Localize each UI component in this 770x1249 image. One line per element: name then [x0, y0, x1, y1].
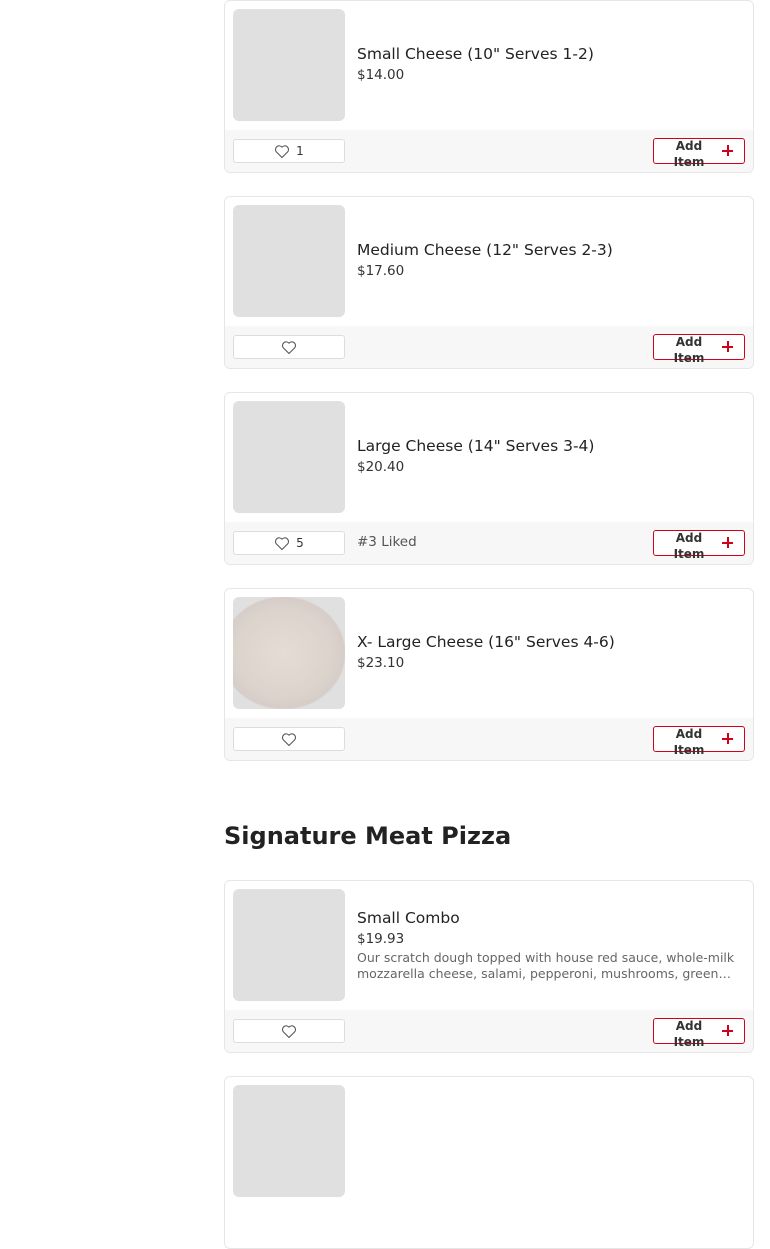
item-footer: 1 Add Item — [225, 130, 753, 172]
item-name: X- Large Cheese (16" Serves 4-6) — [357, 633, 615, 651]
item-image-placeholder — [233, 9, 345, 121]
popularity-badge: #3 Liked — [357, 534, 417, 550]
item-name: Medium Cheese (12" Serves 2-3) — [357, 241, 613, 259]
section-title: Signature Meat Pizza — [224, 822, 512, 850]
item-name: Small Combo — [357, 909, 460, 927]
menu-item-card[interactable] — [224, 1076, 754, 1249]
like-button[interactable] — [233, 335, 345, 359]
add-item-label: Add Item — [673, 139, 705, 169]
item-price: $23.10 — [357, 655, 405, 671]
item-footer: 5 #3 Liked Add Item — [225, 522, 753, 564]
add-item-button[interactable]: Add Item — [653, 726, 745, 757]
item-price: $17.60 — [357, 263, 405, 279]
item-image-placeholder — [233, 205, 345, 317]
like-button[interactable] — [233, 727, 345, 751]
heart-outline-icon — [281, 732, 297, 746]
plus-icon — [722, 537, 733, 548]
menu-item-card[interactable]: Medium Cheese (12" Serves 2-3) $17.60 Ad… — [224, 196, 754, 369]
item-name: Small Cheese (10" Serves 1-2) — [357, 45, 594, 63]
menu-item-card[interactable]: Small Combo $19.93 Our scratch dough top… — [224, 880, 754, 1053]
add-item-button[interactable]: Add Item — [653, 530, 745, 561]
heart-outline-icon — [275, 536, 290, 550]
add-item-button[interactable]: Add Item — [653, 138, 745, 169]
item-price: $20.40 — [357, 459, 405, 475]
menu-item-card[interactable]: X- Large Cheese (16" Serves 4-6) $23.10 … — [224, 588, 754, 761]
menu-item-card[interactable]: Large Cheese (14" Serves 3-4) $20.40 5 #… — [224, 392, 754, 565]
item-image — [233, 597, 345, 709]
plus-icon — [722, 145, 733, 156]
item-footer: Add Item — [225, 326, 753, 368]
plus-icon — [722, 1025, 733, 1036]
item-image-placeholder — [233, 1085, 345, 1197]
add-item-button[interactable]: Add Item — [653, 334, 745, 365]
item-description: Our scratch dough topped with house red … — [357, 950, 735, 981]
plus-icon — [722, 733, 733, 744]
item-footer: Add Item — [225, 718, 753, 760]
like-button[interactable] — [233, 1019, 345, 1043]
item-image-placeholder — [233, 401, 345, 513]
like-count: 5 — [296, 536, 304, 550]
like-button[interactable]: 1 — [233, 139, 345, 163]
item-name: Large Cheese (14" Serves 3-4) — [357, 437, 595, 455]
heart-outline-icon — [281, 1024, 297, 1038]
plus-icon — [722, 341, 733, 352]
item-price: $14.00 — [357, 67, 405, 83]
heart-outline-icon — [275, 144, 290, 158]
heart-outline-icon — [281, 340, 297, 354]
item-footer: Add Item — [225, 1010, 753, 1052]
like-count: 1 — [296, 144, 304, 158]
add-item-label: Add Item — [673, 531, 705, 561]
add-item-label: Add Item — [673, 335, 705, 365]
add-item-button[interactable]: Add Item — [653, 1018, 745, 1049]
like-button[interactable]: 5 — [233, 531, 345, 555]
add-item-label: Add Item — [673, 727, 705, 757]
item-image-placeholder — [233, 889, 345, 1001]
item-price: $19.93 — [357, 931, 405, 947]
add-item-label: Add Item — [673, 1019, 705, 1049]
menu-item-card[interactable]: Small Cheese (10" Serves 1-2) $14.00 1 A… — [224, 0, 754, 173]
